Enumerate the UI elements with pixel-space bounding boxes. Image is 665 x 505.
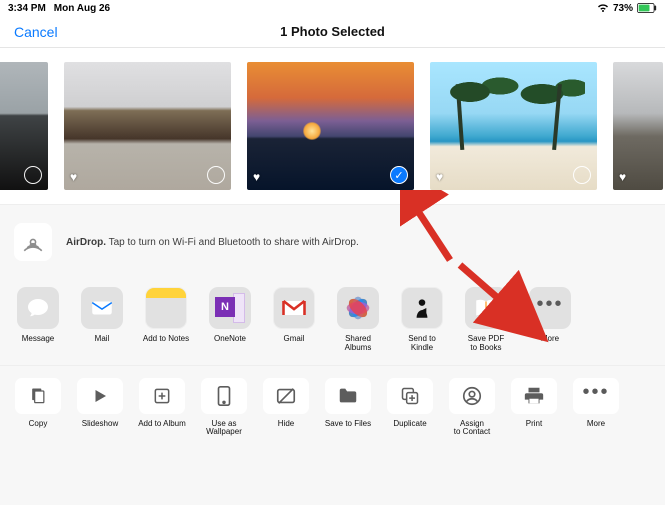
action-label: Add to Album bbox=[138, 420, 186, 429]
action-assign-to-contact[interactable]: Assign to Contact bbox=[446, 378, 498, 438]
app-label: Gmail bbox=[284, 335, 305, 351]
action-more[interactable]: ••• More bbox=[570, 378, 622, 438]
action-label: Assign to Contact bbox=[454, 420, 490, 438]
app-label: Message bbox=[22, 335, 54, 351]
contact-icon bbox=[449, 378, 495, 414]
app-label: OneNote bbox=[214, 335, 246, 351]
action-label: Duplicate bbox=[393, 420, 426, 429]
status-date: Mon Aug 26 bbox=[54, 3, 110, 14]
app-label: Send to Kindle bbox=[396, 335, 448, 353]
page-title: 1 Photo Selected bbox=[280, 24, 385, 39]
select-circle-icon[interactable] bbox=[24, 166, 42, 184]
action-print[interactable]: Print bbox=[508, 378, 560, 438]
action-label: Slideshow bbox=[82, 420, 118, 429]
action-label: Hide bbox=[278, 420, 294, 429]
action-slideshow[interactable]: Slideshow bbox=[74, 378, 126, 438]
airdrop-row[interactable]: AirDrop. Tap to turn on Wi-Fi and Blueto… bbox=[0, 205, 665, 287]
app-label: Mail bbox=[95, 335, 110, 351]
app-label: More bbox=[541, 335, 559, 351]
print-icon bbox=[511, 378, 557, 414]
share-app-mail[interactable]: Mail bbox=[76, 287, 128, 353]
action-save-to-files[interactable]: Save to Files bbox=[322, 378, 374, 438]
cancel-button[interactable]: Cancel bbox=[14, 24, 58, 40]
select-circle-icon[interactable] bbox=[573, 166, 591, 184]
app-label: Add to Notes bbox=[143, 335, 189, 351]
onenote-icon: N bbox=[209, 287, 251, 329]
action-add-to-album[interactable]: Add to Album bbox=[136, 378, 188, 438]
action-label: Print bbox=[526, 420, 542, 429]
app-label: Save PDF to Books bbox=[468, 335, 504, 353]
share-app-onenote[interactable]: N OneNote bbox=[204, 287, 256, 353]
messages-icon bbox=[17, 287, 59, 329]
share-app-gmail[interactable]: Gmail bbox=[268, 287, 320, 353]
copy-icon bbox=[15, 378, 61, 414]
favorite-icon: ♥ bbox=[70, 170, 77, 184]
share-apps-row: Message Mail Add to Notes N OneNote Gmai… bbox=[0, 287, 665, 366]
action-label: More bbox=[587, 420, 605, 429]
action-label: Save to Files bbox=[325, 420, 371, 429]
kindle-icon bbox=[401, 287, 443, 329]
photo-thumbnail[interactable]: ♥ bbox=[430, 62, 597, 190]
books-icon bbox=[465, 287, 507, 329]
wallpaper-icon bbox=[201, 378, 247, 414]
photo-strip[interactable]: ♥ ♥ ✓ ♥ ♥ bbox=[0, 48, 665, 205]
notes-icon bbox=[145, 287, 187, 329]
action-label: Copy bbox=[29, 420, 48, 429]
action-copy[interactable]: Copy bbox=[12, 378, 64, 438]
airdrop-desc: Tap to turn on Wi-Fi and Bluetooth to sh… bbox=[106, 237, 359, 248]
airdrop-label: AirDrop. bbox=[66, 237, 106, 248]
actions-row: Copy Slideshow Add to Album Use as Wallp… bbox=[0, 366, 665, 438]
airdrop-text: AirDrop. Tap to turn on Wi-Fi and Blueto… bbox=[66, 237, 359, 248]
action-duplicate[interactable]: Duplicate bbox=[384, 378, 436, 438]
play-icon bbox=[77, 378, 123, 414]
add-album-icon bbox=[139, 378, 185, 414]
photo-thumbnail[interactable]: ♥ bbox=[64, 62, 231, 190]
hide-icon bbox=[263, 378, 309, 414]
status-bar: 3:34 PM Mon Aug 26 73% bbox=[0, 0, 665, 16]
photo-thumbnail[interactable]: ♥ bbox=[613, 62, 663, 190]
battery-percent: 73% bbox=[613, 3, 633, 14]
more-icon: ••• bbox=[573, 378, 619, 414]
action-label: Use as Wallpaper bbox=[206, 420, 242, 438]
more-icon: ••• bbox=[529, 287, 571, 329]
select-circle-icon[interactable] bbox=[207, 166, 225, 184]
shared-albums-icon bbox=[337, 287, 379, 329]
folder-icon bbox=[325, 378, 371, 414]
status-time: 3:34 PM bbox=[8, 3, 46, 14]
wifi-icon bbox=[597, 3, 609, 13]
share-app-add-to-notes[interactable]: Add to Notes bbox=[140, 287, 192, 353]
photo-thumbnail[interactable]: ♥ ✓ bbox=[247, 62, 414, 190]
gmail-icon bbox=[273, 287, 315, 329]
share-app-message[interactable]: Message bbox=[12, 287, 64, 353]
battery-icon bbox=[637, 3, 657, 13]
favorite-icon: ♥ bbox=[619, 170, 626, 184]
mail-icon bbox=[81, 287, 123, 329]
share-app-shared-albums[interactable]: Shared Albums bbox=[332, 287, 384, 353]
airdrop-icon bbox=[14, 223, 52, 261]
favorite-icon: ♥ bbox=[436, 170, 443, 184]
navbar: Cancel 1 Photo Selected bbox=[0, 16, 665, 48]
selected-check-icon[interactable]: ✓ bbox=[390, 166, 408, 184]
photo-thumbnail[interactable] bbox=[0, 62, 48, 190]
favorite-icon: ♥ bbox=[253, 170, 260, 184]
share-app-more[interactable]: ••• More bbox=[524, 287, 576, 353]
action-hide[interactable]: Hide bbox=[260, 378, 312, 438]
share-app-send-to-kindle[interactable]: Send to Kindle bbox=[396, 287, 448, 353]
app-label: Shared Albums bbox=[332, 335, 384, 353]
action-use-as-wallpaper[interactable]: Use as Wallpaper bbox=[198, 378, 250, 438]
duplicate-icon bbox=[387, 378, 433, 414]
share-app-save-pdf-books[interactable]: Save PDF to Books bbox=[460, 287, 512, 353]
